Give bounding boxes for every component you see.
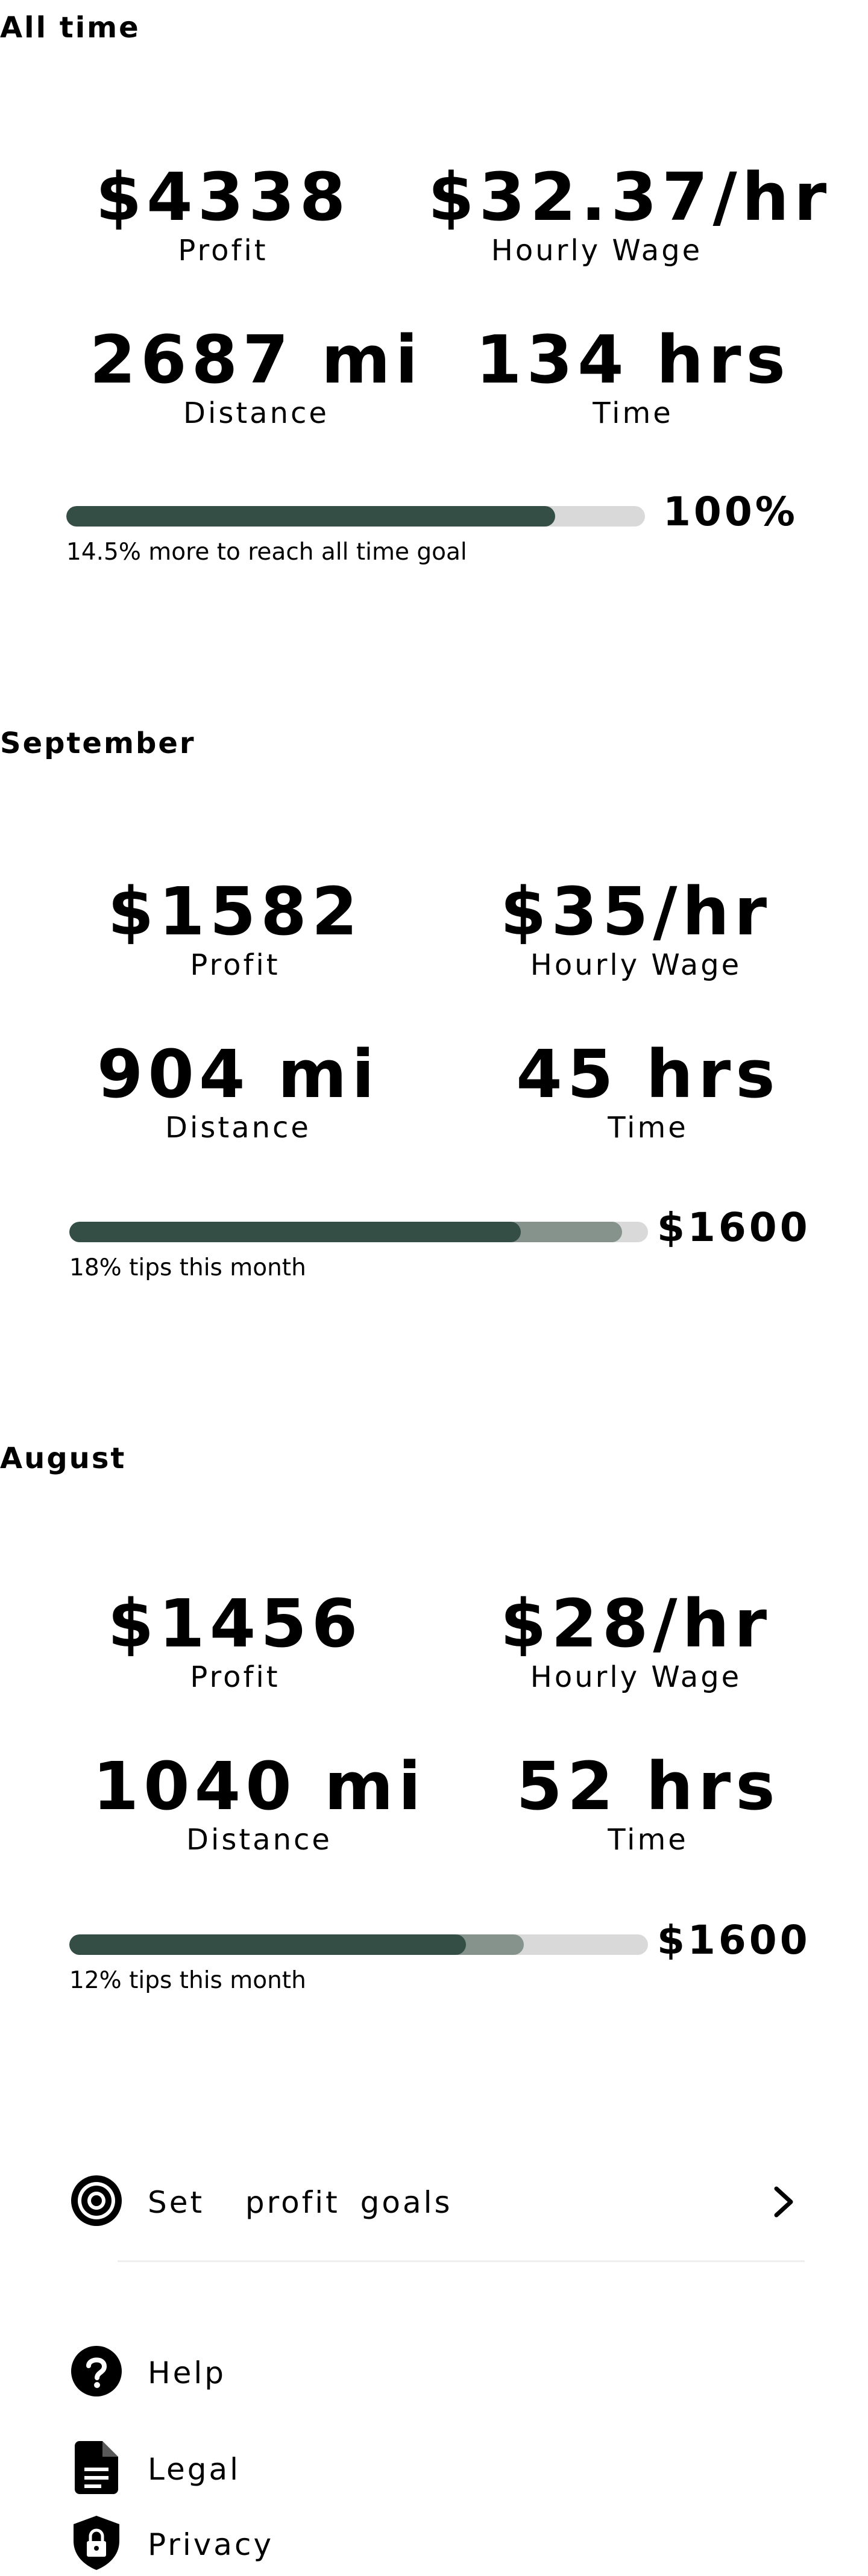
progress-caption: 12% tips this month bbox=[69, 1967, 306, 1994]
progress-fill-primary bbox=[66, 506, 556, 527]
progress-caption: 14.5% more to reach all time goal bbox=[66, 539, 467, 566]
progress-goal-amount: $1600 bbox=[657, 1917, 811, 1963]
distance-stat: 2687 mi Distance bbox=[87, 327, 425, 428]
progress-fill-primary bbox=[69, 1934, 466, 1955]
time-value: 134 hrs bbox=[476, 321, 790, 398]
shield-lock-icon bbox=[66, 2513, 127, 2573]
legal-label: Legal bbox=[148, 2452, 241, 2487]
profit-stat: $1456 Profit bbox=[66, 1590, 404, 1692]
progress-caption: 18% tips this month bbox=[69, 1254, 306, 1281]
progress-fill-primary bbox=[69, 1222, 521, 1242]
set-profit-goals-label: Set profit goals bbox=[148, 2185, 453, 2220]
hourly-wage-label: Hourly Wage bbox=[530, 948, 742, 982]
legal-item[interactable]: Legal bbox=[66, 2437, 808, 2498]
profit-stat: $4338 Profit bbox=[54, 164, 392, 265]
time-value: 52 hrs bbox=[516, 1748, 780, 1825]
time-stat: 52 hrs Time bbox=[479, 1753, 817, 1854]
stats-section-august: August $1456 Profit $28/hr Hourly Wage 1… bbox=[0, 1444, 868, 2046]
help-circle-icon bbox=[66, 2341, 127, 2401]
hourly-wage-stat: $35/hr Hourly Wage bbox=[467, 878, 805, 980]
profit-label: Profit bbox=[178, 234, 268, 267]
progress-track bbox=[69, 1222, 648, 1242]
progress-track bbox=[69, 1934, 648, 1955]
menu-divider bbox=[118, 2260, 805, 2262]
distance-label: Distance bbox=[165, 1111, 311, 1145]
hourly-wage-stat: $32.37/hr Hourly Wage bbox=[428, 158, 832, 267]
profit-label: Profit bbox=[190, 948, 280, 982]
stats-section-september: September $1582 Profit $35/hr Hourly Wag… bbox=[0, 729, 868, 1331]
help-label: Help bbox=[148, 2356, 226, 2390]
progress-track bbox=[66, 506, 645, 527]
time-stat: 45 hrs Time bbox=[479, 1041, 817, 1142]
profit-value: $4338 bbox=[95, 158, 351, 236]
hourly-wage-value: $35/hr bbox=[500, 873, 772, 950]
stats-section-all-time: All time $4338 Profit $32.37/hr Hourly W… bbox=[0, 13, 868, 616]
profit-label: Profit bbox=[190, 1660, 280, 1694]
profit-stat: $1582 Profit bbox=[66, 878, 404, 980]
hourly-wage-value: $28/hr bbox=[500, 1585, 772, 1662]
target-icon bbox=[66, 2171, 127, 2231]
hourly-wage-value: $32.37/hr bbox=[428, 158, 832, 236]
distance-label: Distance bbox=[183, 396, 329, 430]
distance-stat: 904 mi Distance bbox=[69, 1041, 407, 1142]
distance-label: Distance bbox=[186, 1823, 332, 1857]
hourly-wage-label: Hourly Wage bbox=[491, 234, 703, 267]
time-value: 45 hrs bbox=[516, 1036, 780, 1113]
time-label: Time bbox=[608, 1823, 688, 1857]
document-icon bbox=[66, 2437, 127, 2498]
hourly-wage-stat: $28/hr Hourly Wage bbox=[467, 1590, 805, 1692]
distance-value: 1040 mi bbox=[92, 1748, 426, 1825]
section-title: September bbox=[0, 727, 196, 760]
time-label: Time bbox=[608, 1111, 688, 1145]
section-title: All time bbox=[0, 11, 140, 45]
hourly-wage-label: Hourly Wage bbox=[530, 1660, 742, 1694]
distance-value: 904 mi bbox=[96, 1036, 380, 1113]
distance-value: 2687 mi bbox=[89, 321, 423, 398]
privacy-item[interactable]: Privacy bbox=[66, 2513, 808, 2573]
help-item[interactable]: Help bbox=[66, 2341, 808, 2401]
set-profit-goals-item[interactable]: Set profit goals bbox=[66, 2171, 808, 2231]
progress-percent: 100% bbox=[663, 489, 798, 535]
profit-value: $1456 bbox=[107, 1585, 363, 1662]
profit-value: $1582 bbox=[107, 873, 363, 950]
section-title: August bbox=[0, 1442, 127, 1475]
distance-stat: 1040 mi Distance bbox=[90, 1753, 428, 1854]
chevron-right-icon bbox=[774, 2186, 793, 2218]
time-stat: 134 hrs Time bbox=[464, 327, 802, 428]
progress-goal-amount: $1600 bbox=[657, 1204, 811, 1251]
privacy-label: Privacy bbox=[148, 2527, 274, 2562]
time-label: Time bbox=[593, 396, 673, 430]
